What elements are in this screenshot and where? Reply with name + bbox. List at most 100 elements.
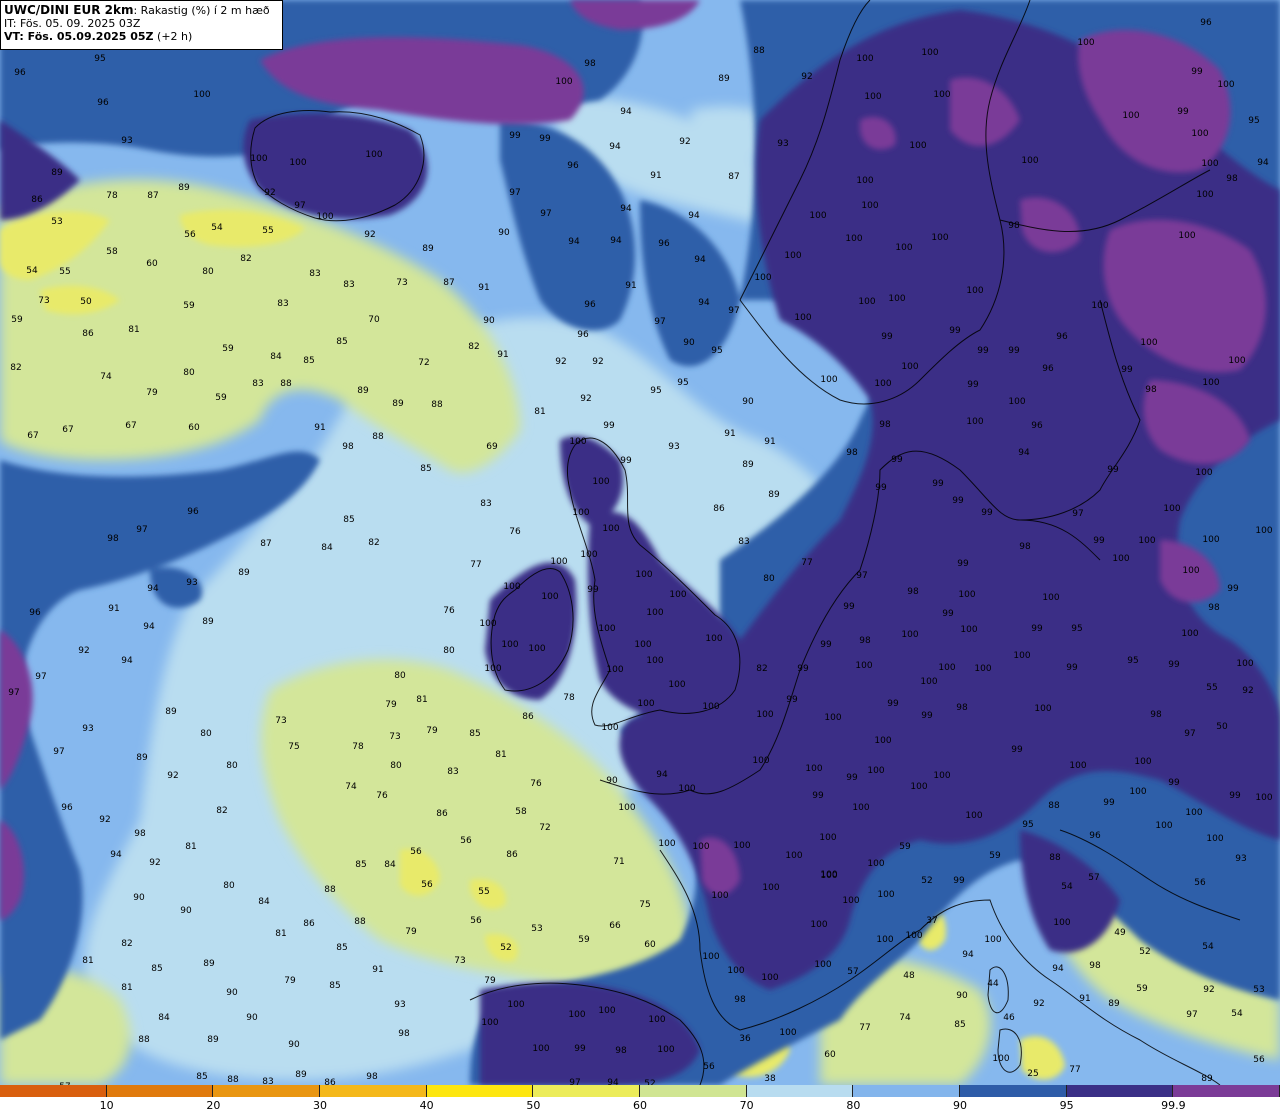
value-label: 90 (226, 988, 238, 998)
value-label: 80 (200, 729, 212, 739)
value-label: 100 (809, 211, 826, 221)
value-label: 81 (128, 325, 139, 335)
value-label: 97 (1184, 729, 1195, 739)
value-label: 81 (275, 929, 286, 939)
value-label: 82 (368, 538, 379, 548)
value-label: 77 (859, 1023, 870, 1033)
value-label: 84 (158, 1013, 170, 1023)
value-label: 94 (1018, 448, 1030, 458)
value-label: 77 (470, 560, 481, 570)
value-label: 80 (226, 761, 238, 771)
value-label: 99 (797, 664, 809, 674)
value-label: 52 (500, 943, 511, 953)
value-label: 100 (1201, 159, 1218, 169)
value-label: 94 (1052, 964, 1064, 974)
value-label: 85 (469, 729, 480, 739)
value-label: 100 (528, 644, 545, 654)
value-label: 76 (509, 527, 521, 537)
value-label: 100 (1013, 651, 1030, 661)
value-label: 100 (1196, 190, 1213, 200)
value-label: 100 (572, 508, 589, 518)
value-label: 100 (960, 625, 977, 635)
value-label: 84 (270, 352, 282, 362)
value-label: 100 (484, 664, 501, 674)
value-label: 81 (416, 695, 427, 705)
value-label: 97 (1186, 1010, 1197, 1020)
value-label: 55 (1206, 683, 1217, 693)
value-label: 100 (1255, 793, 1272, 803)
value-label: 100 (727, 966, 744, 976)
value-label: 100 (1255, 526, 1272, 536)
value-label: 99 (887, 699, 899, 709)
value-label: 83 (480, 499, 491, 509)
value-label: 99 (1227, 584, 1239, 594)
value-label: 94 (694, 255, 706, 265)
value-label: 94 (620, 204, 632, 214)
value-label: 99 (539, 134, 551, 144)
value-label: 74 (899, 1013, 911, 1023)
value-label: 56 (410, 847, 422, 857)
value-label: 86 (31, 195, 43, 205)
value-label: 91 (314, 423, 325, 433)
value-label: 100 (481, 1018, 498, 1028)
value-label: 100 (784, 251, 801, 261)
value-label: 73 (396, 278, 407, 288)
value-label: 82 (10, 363, 21, 373)
colorbar-segment (533, 1085, 641, 1097)
init-time: IT: Fös. 05. 09. 2025 03Z (4, 17, 141, 30)
value-label: 79 (405, 927, 417, 937)
value-label: 55 (59, 267, 70, 277)
value-label: 89 (202, 617, 214, 627)
value-label: 96 (1200, 18, 1212, 28)
value-label: 81 (121, 983, 132, 993)
value-label: 83 (252, 379, 263, 389)
value-label: 50 (1216, 722, 1228, 732)
value-label: 89 (357, 386, 369, 396)
value-label: 93 (777, 139, 788, 149)
value-label: 97 (8, 688, 19, 698)
value-label: 92 (149, 858, 160, 868)
value-label: 100 (541, 592, 558, 602)
value-label: 93 (186, 578, 197, 588)
value-label: 73 (275, 716, 286, 726)
value-label: 100 (874, 736, 891, 746)
value-label: 99 (949, 326, 961, 336)
colorbar-segment (320, 1085, 427, 1097)
value-label: 100 (568, 1010, 585, 1020)
value-label: 99 (942, 609, 954, 619)
value-label: 98 (956, 703, 968, 713)
value-label: 90 (956, 991, 968, 1001)
value-label: 96 (1089, 831, 1101, 841)
value-label: 86 (324, 1078, 336, 1085)
value-label: 98 (107, 534, 119, 544)
value-label: 69 (486, 442, 498, 452)
value-label: 100 (966, 417, 983, 427)
value-label: 96 (187, 507, 199, 517)
value-label: 100 (867, 859, 884, 869)
value-label: 99 (812, 791, 824, 801)
value-label: 97 (728, 306, 739, 316)
value-label: 94 (688, 211, 700, 221)
value-label: 95 (1127, 656, 1138, 666)
value-label: 50 (80, 297, 92, 307)
value-label: 100 (901, 362, 918, 372)
value-label: 59 (215, 393, 227, 403)
value-label: 88 (431, 400, 443, 410)
value-label: 100 (762, 883, 779, 893)
value-label: 56 (1253, 1055, 1265, 1065)
value-label: 99 (1031, 624, 1043, 634)
value-label: 99 (1177, 107, 1189, 117)
value-label: 67 (27, 431, 38, 441)
value-label: 92 (1203, 985, 1214, 995)
value-label: 85 (303, 356, 314, 366)
value-label: 100 (824, 713, 841, 723)
value-label: 100 (580, 550, 597, 560)
value-label: 99 (953, 876, 965, 886)
colorbar-tick-label: 20 (206, 1099, 221, 1112)
value-label: 94 (110, 850, 122, 860)
value-label: 91 (478, 283, 489, 293)
value-label: 48 (903, 971, 915, 981)
value-label: 60 (824, 1050, 836, 1060)
value-label: 100 (646, 656, 663, 666)
value-label: 79 (146, 388, 158, 398)
